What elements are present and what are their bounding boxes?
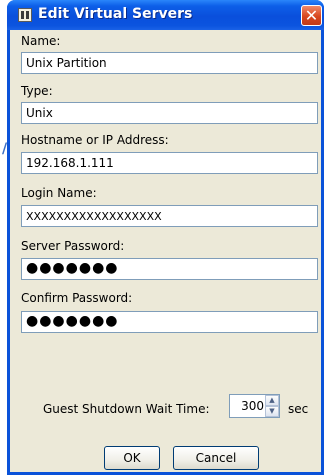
ok-button[interactable]: OK (104, 446, 160, 470)
guest-shutdown-value[interactable]: 300 (232, 399, 264, 413)
server-password-field[interactable]: ●●●●●●● (21, 258, 318, 280)
edit-virtual-servers-dialog: Edit Virtual Servers ✕ Name: Unix Partit… (7, 0, 324, 475)
window-title: Edit Virtual Servers (38, 6, 193, 22)
close-button[interactable]: ✕ (301, 5, 322, 26)
app-server-icon (18, 8, 32, 22)
cancel-button[interactable]: Cancel (173, 446, 259, 470)
login-name-field[interactable]: XXXXXXXXXXXXXXXXXX (21, 205, 318, 227)
guest-shutdown-unit: sec (288, 402, 309, 416)
hostname-label: Hostname or IP Address: (21, 133, 169, 147)
spinner-up-icon[interactable]: ▲ (265, 395, 279, 406)
confirm-password-field[interactable]: ●●●●●●● (21, 311, 318, 333)
login-name-label: Login Name: (21, 186, 97, 200)
type-field[interactable]: Unix (21, 102, 318, 124)
confirm-password-label: Confirm Password: (21, 291, 133, 305)
guest-shutdown-label: Guest Shutdown Wait Time: (43, 402, 210, 416)
guest-shutdown-spinner[interactable]: 300 ▲ ▼ (229, 394, 280, 418)
name-label: Name: (21, 34, 61, 48)
title-bar[interactable]: Edit Virtual Servers ✕ (7, 0, 324, 30)
hostname-field[interactable]: 192.168.1.111 (21, 152, 318, 174)
spinner-down-icon[interactable]: ▼ (265, 406, 279, 417)
name-field[interactable]: Unix Partition (21, 52, 318, 74)
server-password-label: Server Password: (21, 239, 125, 253)
close-icon: ✕ (304, 6, 319, 25)
type-label: Type: (21, 84, 53, 98)
